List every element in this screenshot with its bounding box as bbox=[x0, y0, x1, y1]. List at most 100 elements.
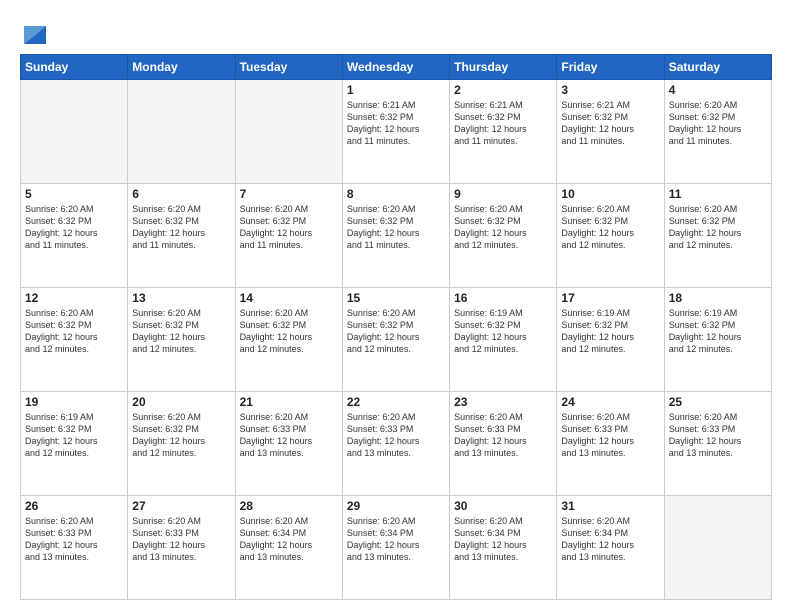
weekday-header-thursday: Thursday bbox=[450, 55, 557, 80]
calendar-week-4: 19 Sunrise: 6:19 AMSunset: 6:32 PMDayligh… bbox=[21, 392, 772, 496]
day-info: Sunrise: 6:20 AMSunset: 6:32 PMDaylight:… bbox=[454, 203, 552, 252]
calendar-cell: 9 Sunrise: 6:20 AMSunset: 6:32 PMDaylight… bbox=[450, 184, 557, 288]
day-number: 14 bbox=[240, 291, 338, 305]
weekday-header-saturday: Saturday bbox=[664, 55, 771, 80]
day-number: 20 bbox=[132, 395, 230, 409]
day-number: 21 bbox=[240, 395, 338, 409]
calendar-cell: 22 Sunrise: 6:20 AMSunset: 6:33 PMDayligh… bbox=[342, 392, 449, 496]
calendar-cell: 14 Sunrise: 6:20 AMSunset: 6:32 PMDayligh… bbox=[235, 288, 342, 392]
day-number: 31 bbox=[561, 499, 659, 513]
calendar-cell bbox=[235, 80, 342, 184]
day-number: 16 bbox=[454, 291, 552, 305]
calendar-cell: 3Sunrise: 6:21 AMSunset: 6:32 PMDaylight… bbox=[557, 80, 664, 184]
day-number: 26 bbox=[25, 499, 123, 513]
calendar-cell: 23 Sunrise: 6:20 AMSunset: 6:33 PMDayligh… bbox=[450, 392, 557, 496]
day-number: 29 bbox=[347, 499, 445, 513]
day-info: Sunrise: 6:20 AMSunset: 6:34 PMDaylight:… bbox=[561, 515, 659, 564]
day-info: Sunrise: 6:19 AMSunset: 6:32 PMDaylight:… bbox=[25, 411, 123, 460]
day-info: Sunrise: 6:21 AMSunset: 6:32 PMDaylight:… bbox=[561, 99, 659, 148]
calendar-week-5: 26 Sunrise: 6:20 AMSunset: 6:33 PMDayligh… bbox=[21, 496, 772, 600]
calendar-cell: 2Sunrise: 6:21 AMSunset: 6:32 PMDaylight… bbox=[450, 80, 557, 184]
day-info: Sunrise: 6:20 AMSunset: 6:33 PMDaylight:… bbox=[132, 515, 230, 564]
day-number: 25 bbox=[669, 395, 767, 409]
calendar-cell: 29 Sunrise: 6:20 AMSunset: 6:34 PMDayligh… bbox=[342, 496, 449, 600]
calendar-cell: 18 Sunrise: 6:19 AMSunset: 6:32 PMDayligh… bbox=[664, 288, 771, 392]
day-info: Sunrise: 6:20 AMSunset: 6:32 PMDaylight:… bbox=[25, 203, 123, 252]
day-info: Sunrise: 6:20 AMSunset: 6:32 PMDaylight:… bbox=[240, 203, 338, 252]
calendar-cell: 20 Sunrise: 6:20 AMSunset: 6:32 PMDayligh… bbox=[128, 392, 235, 496]
day-number: 6 bbox=[132, 187, 230, 201]
day-info: Sunrise: 6:20 AMSunset: 6:32 PMDaylight:… bbox=[25, 307, 123, 356]
day-number: 28 bbox=[240, 499, 338, 513]
day-info: Sunrise: 6:20 AMSunset: 6:34 PMDaylight:… bbox=[454, 515, 552, 564]
weekday-header-wednesday: Wednesday bbox=[342, 55, 449, 80]
day-number: 11 bbox=[669, 187, 767, 201]
day-number: 10 bbox=[561, 187, 659, 201]
calendar-cell bbox=[21, 80, 128, 184]
calendar-cell: 6 Sunrise: 6:20 AMSunset: 6:32 PMDaylight… bbox=[128, 184, 235, 288]
calendar-cell: 19 Sunrise: 6:19 AMSunset: 6:32 PMDayligh… bbox=[21, 392, 128, 496]
weekday-header-monday: Monday bbox=[128, 55, 235, 80]
day-number: 4 bbox=[669, 83, 767, 97]
calendar-week-3: 12 Sunrise: 6:20 AMSunset: 6:32 PMDayligh… bbox=[21, 288, 772, 392]
day-info: Sunrise: 6:20 AMSunset: 6:33 PMDaylight:… bbox=[25, 515, 123, 564]
day-number: 19 bbox=[25, 395, 123, 409]
calendar-cell bbox=[664, 496, 771, 600]
day-number: 7 bbox=[240, 187, 338, 201]
calendar-cell: 1Sunrise: 6:21 AMSunset: 6:32 PMDaylight… bbox=[342, 80, 449, 184]
day-number: 12 bbox=[25, 291, 123, 305]
calendar-cell: 4Sunrise: 6:20 AMSunset: 6:32 PMDaylight… bbox=[664, 80, 771, 184]
calendar-cell: 12 Sunrise: 6:20 AMSunset: 6:32 PMDayligh… bbox=[21, 288, 128, 392]
calendar-cell bbox=[128, 80, 235, 184]
calendar-cell: 7 Sunrise: 6:20 AMSunset: 6:32 PMDaylight… bbox=[235, 184, 342, 288]
day-info: Sunrise: 6:20 AMSunset: 6:32 PMDaylight:… bbox=[132, 307, 230, 356]
weekday-header-friday: Friday bbox=[557, 55, 664, 80]
calendar-cell: 10 Sunrise: 6:20 AMSunset: 6:32 PMDayligh… bbox=[557, 184, 664, 288]
calendar-cell: 17 Sunrise: 6:19 AMSunset: 6:32 PMDayligh… bbox=[557, 288, 664, 392]
calendar-cell: 13 Sunrise: 6:20 AMSunset: 6:32 PMDayligh… bbox=[128, 288, 235, 392]
day-info: Sunrise: 6:20 AMSunset: 6:33 PMDaylight:… bbox=[347, 411, 445, 460]
day-number: 2 bbox=[454, 83, 552, 97]
day-info: Sunrise: 6:20 AMSunset: 6:32 PMDaylight:… bbox=[561, 203, 659, 252]
day-info: Sunrise: 6:20 AMSunset: 6:32 PMDaylight:… bbox=[240, 307, 338, 356]
day-info: Sunrise: 6:19 AMSunset: 6:32 PMDaylight:… bbox=[454, 307, 552, 356]
day-number: 8 bbox=[347, 187, 445, 201]
calendar-cell: 31 Sunrise: 6:20 AMSunset: 6:34 PMDayligh… bbox=[557, 496, 664, 600]
day-info: Sunrise: 6:20 AMSunset: 6:33 PMDaylight:… bbox=[240, 411, 338, 460]
day-number: 30 bbox=[454, 499, 552, 513]
weekday-header-row: SundayMondayTuesdayWednesdayThursdayFrid… bbox=[21, 55, 772, 80]
day-info: Sunrise: 6:19 AMSunset: 6:32 PMDaylight:… bbox=[561, 307, 659, 356]
day-info: Sunrise: 6:20 AMSunset: 6:33 PMDaylight:… bbox=[669, 411, 767, 460]
day-number: 24 bbox=[561, 395, 659, 409]
calendar-cell: 8Sunrise: 6:20 AMSunset: 6:32 PMDaylight… bbox=[342, 184, 449, 288]
day-info: Sunrise: 6:20 AMSunset: 6:32 PMDaylight:… bbox=[669, 203, 767, 252]
day-info: Sunrise: 6:20 AMSunset: 6:33 PMDaylight:… bbox=[454, 411, 552, 460]
day-info: Sunrise: 6:20 AMSunset: 6:32 PMDaylight:… bbox=[132, 411, 230, 460]
header bbox=[20, 16, 772, 44]
weekday-header-sunday: Sunday bbox=[21, 55, 128, 80]
logo bbox=[20, 16, 46, 44]
day-number: 15 bbox=[347, 291, 445, 305]
calendar-cell: 27 Sunrise: 6:20 AMSunset: 6:33 PMDayligh… bbox=[128, 496, 235, 600]
page: SundayMondayTuesdayWednesdayThursdayFrid… bbox=[0, 0, 792, 612]
day-number: 27 bbox=[132, 499, 230, 513]
day-number: 13 bbox=[132, 291, 230, 305]
logo-icon bbox=[24, 16, 46, 44]
day-number: 18 bbox=[669, 291, 767, 305]
calendar-cell: 28 Sunrise: 6:20 AMSunset: 6:34 PMDayligh… bbox=[235, 496, 342, 600]
calendar-cell: 5Sunrise: 6:20 AMSunset: 6:32 PMDaylight… bbox=[21, 184, 128, 288]
day-info: Sunrise: 6:20 AMSunset: 6:34 PMDaylight:… bbox=[347, 515, 445, 564]
day-number: 23 bbox=[454, 395, 552, 409]
calendar-cell: 21 Sunrise: 6:20 AMSunset: 6:33 PMDayligh… bbox=[235, 392, 342, 496]
day-number: 1 bbox=[347, 83, 445, 97]
day-info: Sunrise: 6:19 AMSunset: 6:32 PMDaylight:… bbox=[669, 307, 767, 356]
calendar-cell: 11 Sunrise: 6:20 AMSunset: 6:32 PMDayligh… bbox=[664, 184, 771, 288]
calendar-cell: 25 Sunrise: 6:20 AMSunset: 6:33 PMDayligh… bbox=[664, 392, 771, 496]
day-number: 17 bbox=[561, 291, 659, 305]
day-info: Sunrise: 6:20 AMSunset: 6:33 PMDaylight:… bbox=[561, 411, 659, 460]
day-number: 22 bbox=[347, 395, 445, 409]
day-info: Sunrise: 6:20 AMSunset: 6:34 PMDaylight:… bbox=[240, 515, 338, 564]
day-info: Sunrise: 6:20 AMSunset: 6:32 PMDaylight:… bbox=[132, 203, 230, 252]
weekday-header-tuesday: Tuesday bbox=[235, 55, 342, 80]
day-number: 9 bbox=[454, 187, 552, 201]
